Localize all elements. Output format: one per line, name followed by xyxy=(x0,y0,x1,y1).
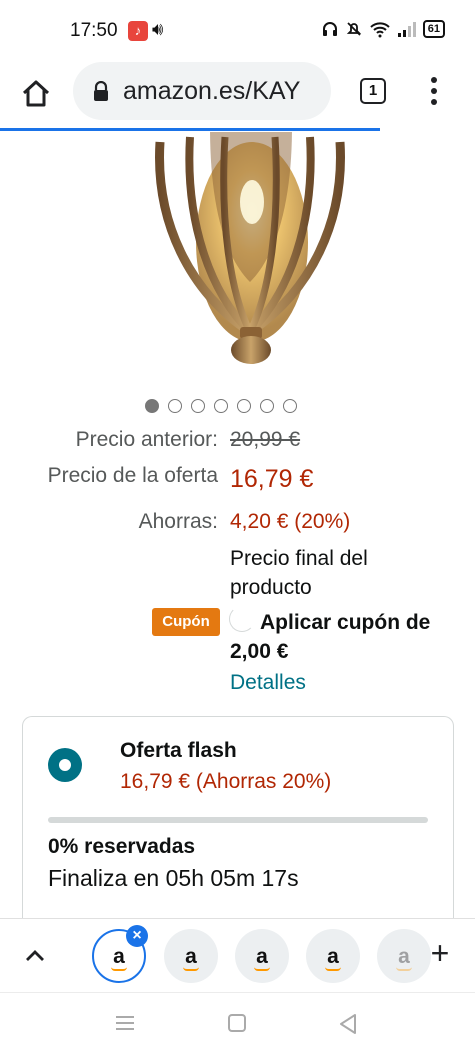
savings-label: Ahorras: xyxy=(138,510,218,533)
url-text: amazon.es/KAY xyxy=(123,76,301,105)
new-tab-button[interactable]: + xyxy=(425,937,455,969)
browser-tab[interactable]: a xyxy=(377,929,431,983)
close-tab-icon[interactable]: × xyxy=(126,925,148,947)
amazon-smile-icon xyxy=(254,967,271,971)
savings-value: 4,20 € (20%) xyxy=(230,510,351,533)
carousel-dot[interactable] xyxy=(237,399,251,413)
headphones-icon xyxy=(322,22,337,36)
image-carousel-dots xyxy=(145,399,297,413)
carousel-dot[interactable] xyxy=(145,399,159,413)
apply-coupon-checkbox[interactable] xyxy=(229,606,255,632)
carousel-dot[interactable] xyxy=(191,399,205,413)
mute-icon xyxy=(346,22,361,36)
page-load-progress-fill xyxy=(0,128,380,131)
amazon-favicon-icon: a xyxy=(254,946,271,971)
music-icon: ♪ xyxy=(128,21,148,41)
recent-apps-icon[interactable] xyxy=(115,1015,135,1031)
browser-toolbar: amazon.es/KAY 1 xyxy=(0,62,475,128)
radio-dot xyxy=(59,759,71,771)
browser-tab[interactable]: a xyxy=(164,929,218,983)
deal-countdown: Finaliza en 05h 05m 17s xyxy=(48,865,299,891)
amazon-smile-icon xyxy=(111,967,128,971)
volume-icon: 🔊︎ xyxy=(152,19,164,39)
carousel-dot[interactable] xyxy=(283,399,297,413)
browser-tab[interactable]: a xyxy=(306,929,360,983)
nav-home-icon[interactable] xyxy=(228,1014,246,1032)
claimed-percentage: 0% reservadas xyxy=(48,835,196,858)
system-navigation-bar xyxy=(0,992,475,1056)
tab-strip: a a a a a × + xyxy=(0,918,475,992)
address-bar[interactable]: amazon.es/KAY xyxy=(73,62,331,120)
more-options-icon[interactable] xyxy=(424,74,444,108)
amazon-smile-icon xyxy=(325,967,342,971)
flash-deal-radio[interactable] xyxy=(48,748,82,782)
deal-price-label: Precio de la oferta xyxy=(47,464,218,487)
amazon-favicon-icon: a xyxy=(325,946,342,971)
product-image[interactable] xyxy=(100,132,400,372)
lock-icon xyxy=(94,81,108,101)
claimed-progress-bar xyxy=(48,817,428,823)
flash-deal-title: Oferta flash xyxy=(120,739,237,762)
carousel-dot[interactable] xyxy=(214,399,228,413)
amazon-smile-icon xyxy=(396,967,413,971)
chevron-up-icon[interactable] xyxy=(23,945,47,965)
signal-icon xyxy=(397,22,416,37)
flash-deal-card[interactable]: Oferta flash 16,79 € (Ahorras 20%) 0% re… xyxy=(22,716,454,926)
previous-price-label: Precio anterior: xyxy=(75,428,218,451)
tab-switcher-button[interactable]: 1 xyxy=(360,78,386,104)
home-icon[interactable] xyxy=(18,75,54,111)
wifi-icon xyxy=(370,22,390,38)
battery-icon: 61 xyxy=(422,20,445,38)
deal-price: 16,79 € xyxy=(230,465,314,493)
apply-coupon-label[interactable]: Aplicar cupón de 2,00 € xyxy=(230,608,460,666)
status-icons: 61 xyxy=(321,20,445,38)
back-icon[interactable] xyxy=(338,1013,358,1035)
status-bar: 17:50 ♪ 🔊︎ 61 xyxy=(0,0,475,62)
amazon-favicon-icon: a xyxy=(183,946,200,971)
browser-tab[interactable]: a xyxy=(235,929,289,983)
amazon-favicon-icon: a xyxy=(396,946,413,971)
coupon-badge: Cupón xyxy=(152,608,220,636)
final-price-note: Precio final del producto xyxy=(230,547,368,599)
flash-deal-price: 16,79 € (Ahorras 20%) xyxy=(120,770,332,793)
carousel-dot[interactable] xyxy=(260,399,274,413)
amazon-smile-icon xyxy=(183,967,200,971)
coupon-details-link[interactable]: Detalles xyxy=(230,671,306,695)
previous-price: 20,99 € xyxy=(230,428,301,451)
amazon-favicon-icon: a xyxy=(111,946,128,971)
carousel-dot[interactable] xyxy=(168,399,182,413)
status-time: 17:50 xyxy=(70,20,118,41)
